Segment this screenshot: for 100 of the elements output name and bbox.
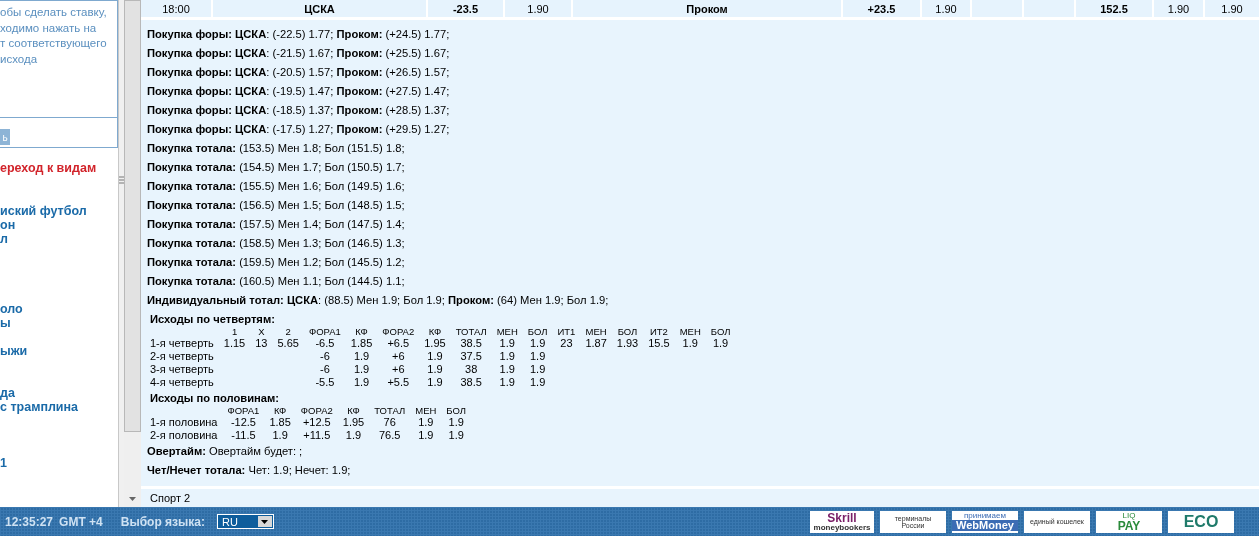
match-cell[interactable]: 1.90 xyxy=(922,0,970,17)
match-cell[interactable]: 152.5 xyxy=(1076,0,1152,17)
row-label: 4-я четверть xyxy=(150,376,215,389)
odds-cell-text: 1.9 xyxy=(417,416,435,429)
column-header: ТОТАЛ xyxy=(454,327,488,337)
odds-cell-text: 38.5 xyxy=(459,337,483,350)
odds-cell-text: +5.5 xyxy=(386,376,411,389)
odds-cell-text: 1.93 xyxy=(615,337,640,350)
column-header: X xyxy=(257,327,266,337)
odds-cell-text: +11.5 xyxy=(302,429,332,442)
match-cell[interactable]: -23.5 xyxy=(428,0,503,17)
bet-line: Покупка форы: ЦСКА: (-22.5) 1.77; Проком: (+24.5) 1.77; xyxy=(147,27,451,42)
row-label: 3-я четверть xyxy=(150,363,215,376)
sport-link[interactable]: оло xyxy=(0,302,118,316)
odds-cell-text: 15.5 xyxy=(647,337,671,350)
column-header: ТОТАЛ xyxy=(373,406,407,416)
odds-cell-text: 13 xyxy=(254,337,269,350)
sport-link[interactable]: ы xyxy=(0,316,118,330)
odds-cell-text: 1.9 xyxy=(447,429,465,442)
odds-cell-text: 1.95 xyxy=(341,416,366,429)
odds-cell-text: 1.9 xyxy=(417,429,435,442)
payment-logo[interactable]: ECO xyxy=(1168,510,1234,533)
column-header: ФОРА2 xyxy=(299,406,334,416)
bet-line: Покупка тотала: (153.5) Мен 1.8; Бол (151.5) 1.8; xyxy=(147,141,406,156)
dropdown-caret-icon xyxy=(261,519,269,524)
column-header: МЕН xyxy=(495,327,519,337)
column-header: КФ xyxy=(427,327,443,337)
bet-hint-text: обы сделать ставку, ходимо нажать на т соответствующего исхода xyxy=(0,1,117,118)
column-header: 1 xyxy=(230,327,239,337)
section-link[interactable]: ереход к видам xyxy=(0,161,118,175)
odds-cell-text: 1.9 xyxy=(498,337,516,350)
odds-cell-text: 1.9 xyxy=(271,429,289,442)
splitter-grip-icon[interactable] xyxy=(119,176,124,184)
bet-line: Чет/Нечет тотала: Чет: 1.9; Нечет: 1.9; xyxy=(147,463,352,478)
odds-cell-text: 1.87 xyxy=(584,337,608,350)
match-cell[interactable]: 1.90 xyxy=(1154,0,1203,17)
table-title: Исходы по четвертям: xyxy=(150,312,276,327)
odds-cell-text: +12.5 xyxy=(301,416,332,429)
odds-cell-text: 1.9 xyxy=(711,337,730,350)
bet-line: Индивидуальный тотал: ЦСКА: (88.5) Мен 1.9; Бол 1.9; Проком: (64) Мен 1.9; Бол 1.9; xyxy=(147,293,610,308)
odds-cell-text: 1.15 xyxy=(222,337,247,350)
empty-odds-cell[interactable] xyxy=(972,0,1022,17)
column-header: ФОРА1 xyxy=(307,327,342,337)
scroll-down-icon[interactable] xyxy=(129,497,136,501)
bet-line: Покупка форы: ЦСКА: (-18.5) 1.37; Проком: (+28.5) 1.37; xyxy=(147,103,451,118)
odds-cell-text: 1.95 xyxy=(423,337,447,350)
row-label: 1-я четверть xyxy=(150,337,215,350)
odds-cell-text: 1.9 xyxy=(498,376,516,389)
odds-cell-text: 1.9 xyxy=(344,429,363,442)
bet-line: Покупка форы: ЦСКА: (-19.5) 1.47; Проком: (+27.5) 1.47; xyxy=(147,84,451,99)
row-label: 2-я четверть xyxy=(150,350,215,363)
odds-cell-text: 1.85 xyxy=(268,416,292,429)
sport-link[interactable]: л xyxy=(0,232,118,246)
column-header: ФОРА2 xyxy=(381,327,416,337)
odds-cell-text: 1.9 xyxy=(528,363,547,376)
timezone-text: GMT +4 xyxy=(59,514,103,529)
bet-line: Покупка тотала: (155.5) Мен 1.6; Бол (149.5) 1.6; xyxy=(147,179,406,194)
column-header: МЕН xyxy=(678,327,702,337)
match-cell: ЦСКА xyxy=(213,0,426,17)
match-cell[interactable]: +23.5 xyxy=(843,0,920,17)
scrollbar-thumb[interactable] xyxy=(124,0,141,432)
column-header: МЕН xyxy=(584,327,608,337)
bet-line: Покупка тотала: (154.5) Мен 1.7; Бол (150.5) 1.7; xyxy=(147,160,406,175)
bet-line: Покупка тотала: (156.5) Мен 1.5; Бол (148.5) 1.5; xyxy=(147,198,406,213)
sport-link[interactable]: 1 xyxy=(0,456,118,470)
payment-logo[interactable]: принимаем WebMoney xyxy=(952,510,1018,533)
empty-odds-cell[interactable] xyxy=(1024,0,1074,17)
column-header: БОЛ xyxy=(709,327,732,337)
match-cell[interactable]: 18:00 xyxy=(141,0,211,17)
odds-cell-text: 1.9 xyxy=(498,350,516,363)
sport-link[interactable]: он xyxy=(0,218,118,232)
column-header: 2 xyxy=(284,327,292,337)
bet-line: Покупка тотала: (157.5) Мен 1.4; Бол (147.5) 1.4; xyxy=(147,217,406,232)
row-label: 1-я половина xyxy=(150,416,219,429)
odds-cell-text: -11.5 xyxy=(230,429,257,442)
bet-line: Покупка тотала: (160.5) Мен 1.1; Бол (144.5) 1.1; xyxy=(147,274,406,289)
bet-line: Покупка тотала: (158.5) Мен 1.3; Бол (146.5) 1.3; xyxy=(147,236,406,251)
match-cell[interactable]: 1.90 xyxy=(1205,0,1259,17)
payment-logo[interactable]: Skrill moneybookers xyxy=(810,510,874,533)
sport-link[interactable]: с трамплина xyxy=(0,400,118,414)
sport-link[interactable]: ыжи xyxy=(0,344,118,358)
column-header: БОЛ xyxy=(616,327,639,337)
odds-cell-text: 1.9 xyxy=(681,337,699,350)
language-select[interactable]: RU xyxy=(216,514,274,529)
payment-logo[interactable]: LIQ PAY xyxy=(1096,510,1162,533)
clock-text: 12:35:27 xyxy=(5,514,54,529)
table-title: Исходы по половинам: xyxy=(150,391,281,406)
match-cell[interactable]: 1.90 xyxy=(505,0,571,17)
odds-cell-text: 23 xyxy=(559,337,574,350)
odds-cell-text: 1.9 xyxy=(528,337,547,350)
odds-cell-text: 1.9 xyxy=(528,350,547,363)
column-header: БОЛ xyxy=(445,406,467,416)
odds-cell-text: 76.5 xyxy=(378,429,402,442)
bet-line: Покупка форы: ЦСКА: (-17.5) 1.27; Проком: (+29.5) 1.27; xyxy=(147,122,451,137)
odds-cell-text: 37.5 xyxy=(459,350,483,363)
sport-link[interactable]: да xyxy=(0,386,118,400)
column-header: КФ xyxy=(354,327,369,337)
odds-cell-text: 1.9 xyxy=(352,376,371,389)
odds-cell-text: 1.9 xyxy=(352,350,371,363)
sport-link[interactable]: иский футбол xyxy=(0,204,118,218)
